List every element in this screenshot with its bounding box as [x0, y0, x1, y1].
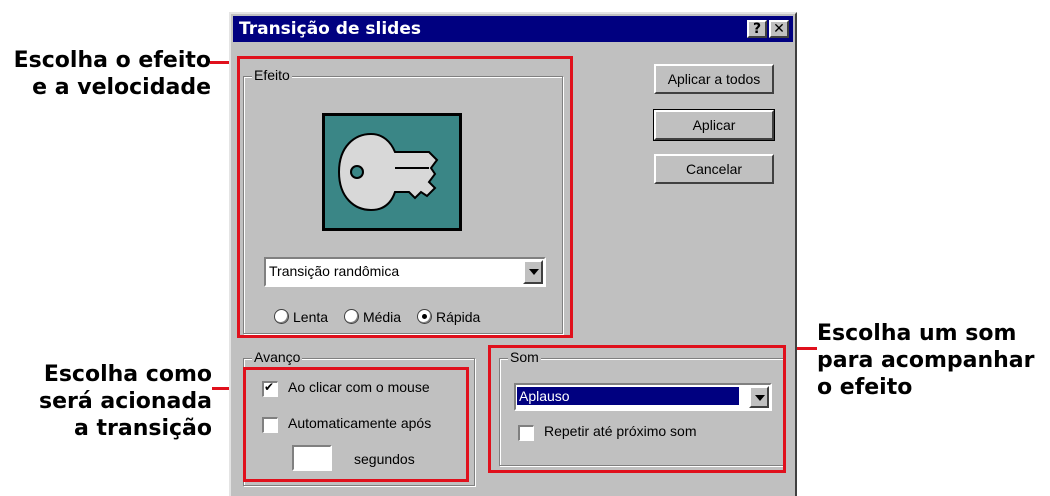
- sound-highlight: [488, 345, 786, 473]
- help-button[interactable]: ?: [747, 20, 767, 38]
- apply-all-button[interactable]: Aplicar a todos: [654, 64, 774, 94]
- title-bar: Transição de slides ? ✕: [233, 16, 793, 42]
- dialog-title: Transição de slides: [239, 19, 421, 39]
- advance-group-label: Avanço: [252, 349, 303, 365]
- close-button[interactable]: ✕: [769, 20, 789, 38]
- advance-highlight: [243, 367, 469, 482]
- callout-advance: Escolha como será acionada a transição: [38, 362, 212, 441]
- apply-button[interactable]: Aplicar: [653, 109, 775, 141]
- cancel-button[interactable]: Cancelar: [654, 154, 774, 184]
- callout-sound: Escolha um som para acompanhar o efeito: [817, 321, 1035, 400]
- effect-highlight: [237, 56, 573, 338]
- callout-effect: Escolha o efeito e a velocidade: [13, 48, 211, 100]
